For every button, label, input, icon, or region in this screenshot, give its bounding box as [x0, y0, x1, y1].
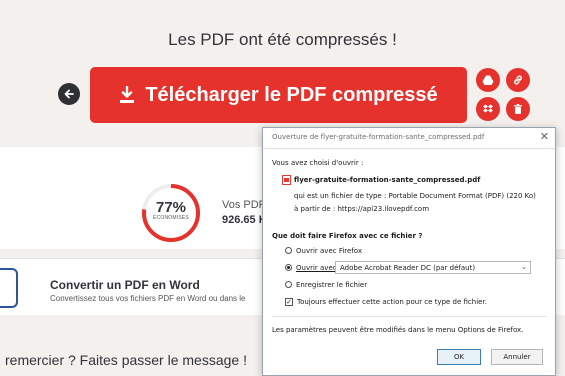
delete-button[interactable] [506, 97, 530, 121]
download-compressed-pdf-button[interactable]: Télécharger le PDF compressé [90, 67, 467, 123]
dialog-divider [272, 316, 546, 317]
open-with-firefox-label[interactable]: Ouvrir avec Firefox [296, 247, 362, 255]
google-drive-icon [482, 75, 494, 85]
save-file-radio[interactable] [285, 281, 292, 288]
download-icon [120, 86, 135, 103]
arrow-left-icon [64, 89, 74, 99]
convert-subtitle: Convertissez tous vos fichiers PDF en Wo… [50, 294, 246, 303]
application-select[interactable]: Adobe Acrobat Reader DC (par défaut) ⌄ [335, 261, 531, 274]
download-label: Télécharger le PDF compressé [145, 83, 438, 106]
dropbox-button[interactable] [476, 97, 500, 121]
share-link-button[interactable] [506, 68, 530, 92]
savings-caption: ÉCONOMISÉS [153, 215, 189, 221]
google-drive-button[interactable] [476, 68, 500, 92]
file-name: flyer-gratuite-formation-sante_compresse… [294, 176, 481, 184]
page-title: Les PDF ont été compressés ! [168, 30, 397, 49]
file-type-line: qui est un fichier de type : Portable Do… [294, 192, 536, 200]
cancel-button[interactable]: Annuler [491, 349, 543, 365]
pdf-file-icon [282, 175, 291, 185]
dialog-title: Ouverture de flyer-gratuite-formation-sa… [272, 133, 485, 141]
convert-title[interactable]: Convertir un PDF en Word [50, 278, 200, 292]
chosen-label: Vous avez choisi d'ouvrir : [272, 159, 364, 167]
link-icon [514, 75, 522, 85]
share-message: remercier ? Faites passer le message ! [5, 352, 247, 368]
dialog-titlebar: Ouverture de flyer-gratuite-formation-sa… [263, 128, 555, 149]
settings-note: Les paramètres peuvent être modifiés dan… [272, 326, 524, 334]
back-button[interactable] [58, 83, 80, 105]
pdf-size: 926.65 K [222, 214, 267, 226]
ok-button[interactable]: OK [437, 349, 481, 365]
close-icon[interactable]: ✕ [540, 130, 549, 143]
open-with-firefox-radio[interactable] [285, 247, 292, 254]
file-source-line: à partir de : https://api23.ilovepdf.com [294, 205, 430, 213]
open-with-label[interactable]: Ouvrir avec [296, 264, 337, 272]
chevron-down-icon: ⌄ [521, 263, 527, 271]
your-pdf-label: Vos PDF [222, 199, 266, 211]
dropbox-icon [483, 104, 493, 113]
save-file-label[interactable]: Enregistrer le fichier [296, 281, 367, 289]
savings-percent: 77% [155, 199, 187, 216]
firefox-open-file-dialog: Ouverture de flyer-gratuite-formation-sa… [262, 127, 556, 376]
word-icon [0, 268, 18, 308]
open-with-radio[interactable] [285, 264, 292, 271]
application-select-value: Adobe Acrobat Reader DC (par défaut) [340, 264, 476, 272]
action-question: Que doit faire Firefox avec ce fichier ? [272, 232, 423, 240]
always-do-label[interactable]: Toujours effectuer cette action pour ce … [297, 298, 487, 306]
trash-icon [514, 104, 522, 114]
always-do-checkbox[interactable]: ✓ [285, 298, 293, 306]
